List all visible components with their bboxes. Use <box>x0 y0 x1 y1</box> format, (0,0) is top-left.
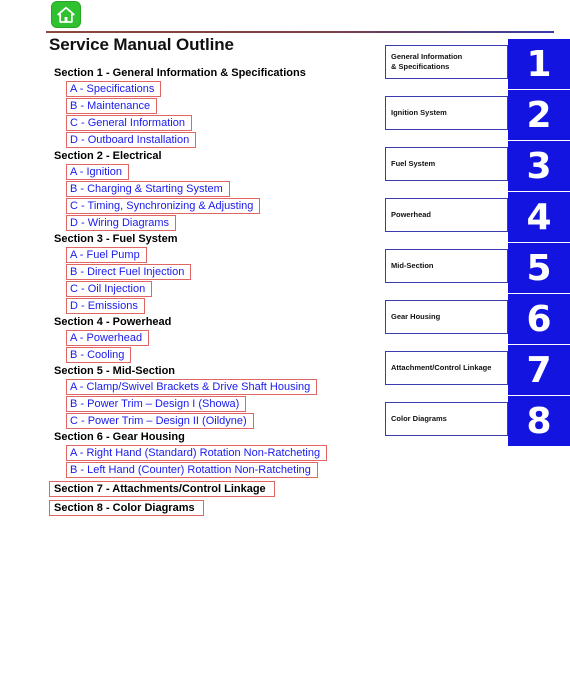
outline-subitem-list: A - Powerhead B - Cooling <box>49 330 369 364</box>
section-tab: 6 Gear Housing <box>385 294 570 345</box>
outline-subitem-link[interactable]: A - Fuel Pump <box>66 247 147 263</box>
outline-subitem-list: A - Ignition B - Charging & Starting Syst… <box>49 164 369 232</box>
section-tab-label[interactable]: Mid-Section <box>385 249 508 283</box>
section-tab-label[interactable]: General Information & Specifications <box>385 45 508 79</box>
outline-list: Section 1 - General Information & Specif… <box>49 66 369 517</box>
outline-subitem-link[interactable]: C - Power Trim – Design II (Oildyne) <box>66 413 254 429</box>
outline-section: Section 1 - General Information & Specif… <box>49 66 369 149</box>
section-tab: 2 Ignition System <box>385 90 570 141</box>
outline-subitem-link[interactable]: B - Cooling <box>66 347 132 363</box>
section-tab-number[interactable]: 2 <box>508 90 570 140</box>
section-tab-number[interactable]: 8 <box>508 396 570 446</box>
section-tab-number[interactable]: 5 <box>508 243 570 293</box>
outline-section: Section 5 - Mid-Section A - Clamp/Swivel … <box>49 364 369 430</box>
outline-section: Section 7 - Attachments/Control Linkage <box>49 479 369 498</box>
section-tab: 4 Powerhead <box>385 192 570 243</box>
outline-subitem-link[interactable]: B - Charging & Starting System <box>66 181 230 197</box>
outline-subitem-list: A - Fuel Pump B - Direct Fuel Injection C … <box>49 247 369 315</box>
outline-subitem-link[interactable]: C - Timing, Synchronizing & Adjusting <box>66 198 261 214</box>
section-tab-panel: 1 General Information & Specifications 2 Ign… <box>385 39 570 447</box>
outline-subitem-link[interactable]: D - Emissions <box>66 298 145 314</box>
outline-subitem-link[interactable]: C - General Information <box>66 115 192 131</box>
outline-section: Section 4 - Powerhead A - Powerhead B - Co… <box>49 315 369 364</box>
home-button[interactable] <box>51 1 81 28</box>
outline-subitem-link[interactable]: D - Wiring Diagrams <box>66 215 177 231</box>
section-tab: 1 General Information & Specifications <box>385 39 570 90</box>
section-tab-label[interactable]: Gear Housing <box>385 300 508 334</box>
section-tab-label[interactable]: Powerhead <box>385 198 508 232</box>
outline-subitem-link[interactable]: B - Left Hand (Counter) Rotattion Non-Ra… <box>66 462 318 478</box>
outline-section-heading: Section 1 - General Information & Specif… <box>54 67 306 79</box>
section-tab-number[interactable]: 3 <box>508 141 570 191</box>
outline-subitem-link[interactable]: D - Outboard Installation <box>66 132 197 148</box>
outline-section-link[interactable]: Section 7 - Attachments/Control Linkage <box>49 481 275 497</box>
section-tab-number[interactable]: 7 <box>508 345 570 395</box>
outline-section: Section 2 - Electrical A - Ignition B - Ch… <box>49 149 369 232</box>
outline-section-heading: Section 6 - Gear Housing <box>54 431 185 443</box>
outline-section-heading: Section 3 - Fuel System <box>54 233 178 245</box>
page-title: Service Manual Outline <box>49 35 234 54</box>
outline-subitem-link[interactable]: B - Maintenance <box>66 98 158 114</box>
section-tab: 5 Mid-Section <box>385 243 570 294</box>
outline-section-heading: Section 5 - Mid-Section <box>54 365 176 377</box>
outline-section-heading: Section 4 - Powerhead <box>54 316 172 328</box>
header-divider <box>46 31 554 33</box>
section-tab: 8 Color Diagrams <box>385 396 570 447</box>
section-tab-label[interactable]: Fuel System <box>385 147 508 181</box>
section-tab: 7 Attachment/Control Linkage <box>385 345 570 396</box>
outline-subitem-link[interactable]: A - Ignition <box>66 164 129 180</box>
outline-subitem-link[interactable]: A - Powerhead <box>66 330 150 346</box>
outline-section: Section 8 - Color Diagrams <box>49 498 369 517</box>
outline-subitem-link[interactable]: A - Right Hand (Standard) Rotation Non-R… <box>66 445 328 461</box>
outline-subitem-link[interactable]: B - Power Trim – Design I (Showa) <box>66 396 247 412</box>
home-icon <box>52 5 80 25</box>
section-tab-label[interactable]: Color Diagrams <box>385 402 508 436</box>
outline-section-heading: Section 2 - Electrical <box>54 150 162 162</box>
outline-section: Section 3 - Fuel System A - Fuel Pump B - … <box>49 232 369 315</box>
outline-subitem-link[interactable]: A - Clamp/Swivel Brackets & Drive Shaft … <box>66 379 318 395</box>
section-tab-number[interactable]: 1 <box>508 39 570 89</box>
outline-subitem-link[interactable]: A - Specifications <box>66 81 162 97</box>
outline-section: Section 6 - Gear Housing A - Right Hand (… <box>49 430 369 479</box>
outline-subitem-link[interactable]: B - Direct Fuel Injection <box>66 264 192 280</box>
section-tab-number[interactable]: 4 <box>508 192 570 242</box>
outline-subitem-list: A - Clamp/Swivel Brackets & Drive Shaft … <box>49 379 369 430</box>
section-tab-label[interactable]: Ignition System <box>385 96 508 130</box>
outline-subitem-list: A - Right Hand (Standard) Rotation Non-R… <box>49 445 369 479</box>
outline-section-link[interactable]: Section 8 - Color Diagrams <box>49 500 204 516</box>
section-tab: 3 Fuel System <box>385 141 570 192</box>
section-tab-label[interactable]: Attachment/Control Linkage <box>385 351 508 385</box>
section-tab-number[interactable]: 6 <box>508 294 570 344</box>
outline-subitem-link[interactable]: C - Oil Injection <box>66 281 153 297</box>
outline-subitem-list: A - Specifications B - Maintenance C - Gen… <box>49 81 369 149</box>
